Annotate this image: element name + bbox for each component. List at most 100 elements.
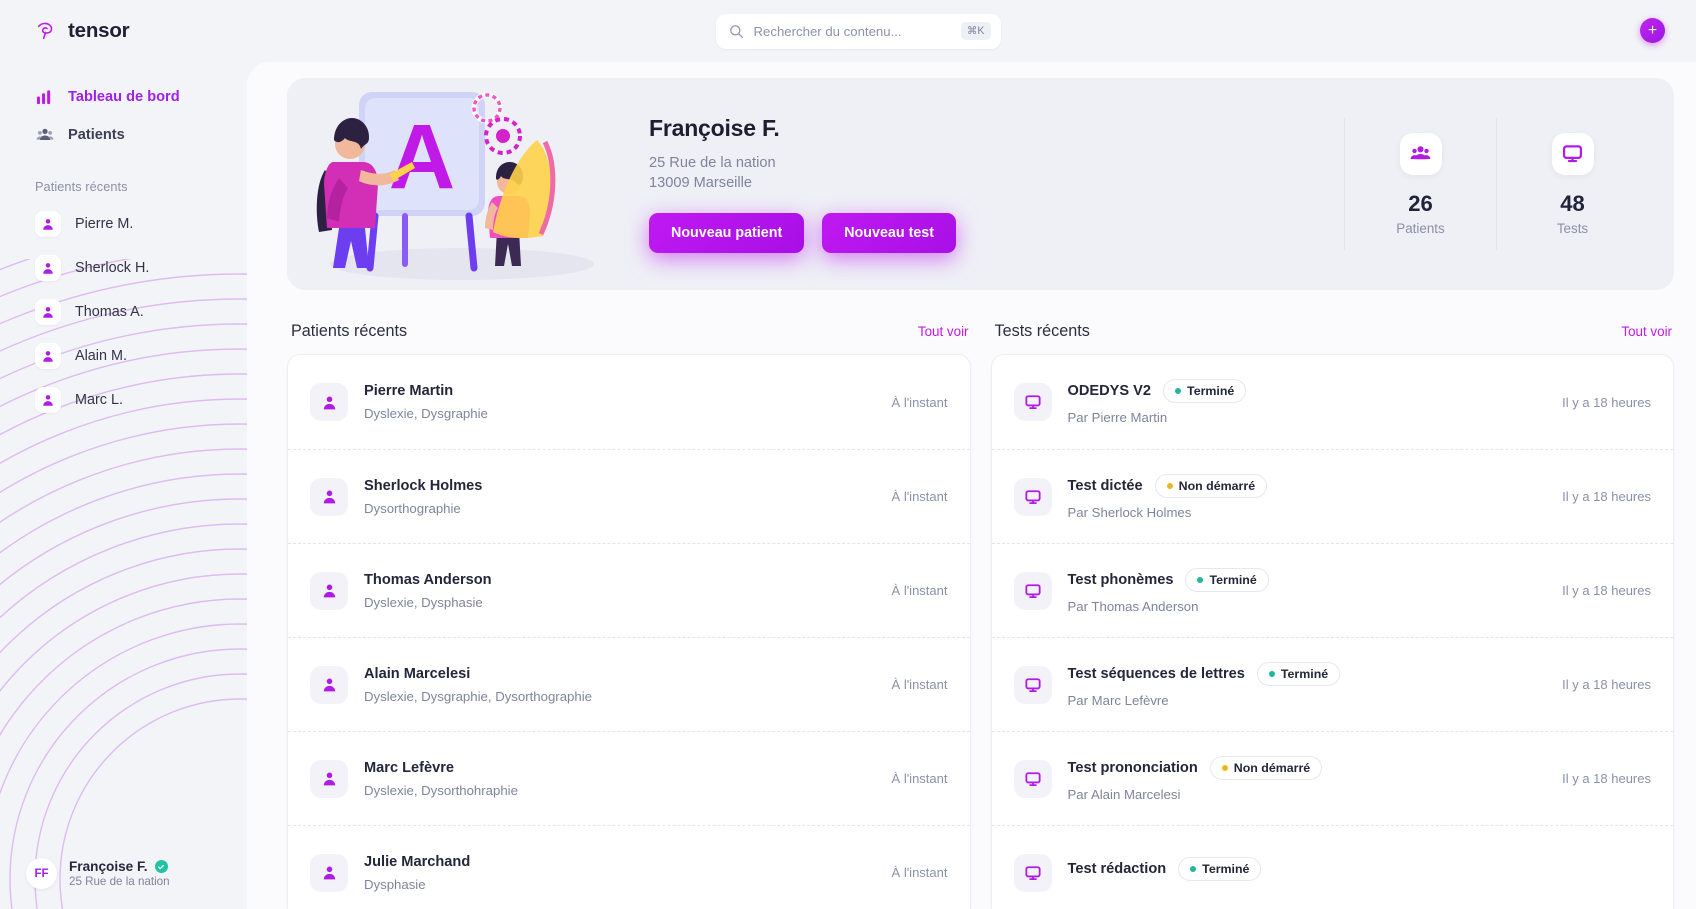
hero-actions: Nouveau patient Nouveau test xyxy=(649,213,1344,254)
dashboard-columns: Patients récents Tout voir Pierre Martin… xyxy=(287,322,1674,909)
test-name: ODEDYS V2 xyxy=(1067,383,1152,399)
avatar: FF xyxy=(26,858,57,889)
test-author: Par Sherlock Holmes xyxy=(1067,504,1192,520)
test-name: Test séquences de lettres xyxy=(1067,665,1245,682)
row-body: Test phonèmes Terminé Par Thomas Anderso… xyxy=(1067,567,1547,614)
check-badge-icon xyxy=(154,860,168,873)
patient-time: À l'instant xyxy=(891,677,948,692)
person-icon xyxy=(35,211,61,237)
status-label: Non démarré xyxy=(1178,478,1256,493)
stat-label: Tests xyxy=(1556,220,1589,236)
monitor-icon xyxy=(1551,132,1594,175)
recent-tests-section: Tests récents Tout voir ODEDYS V2 Termin… xyxy=(990,322,1675,909)
table-row[interactable]: Pierre Martin Dyslexie, Dysgraphie À l'i… xyxy=(288,355,970,449)
bar-chart-icon xyxy=(35,88,54,107)
row-body: Pierre Martin Dyslexie, Dysgraphie xyxy=(364,383,876,421)
recent-patient-item[interactable]: Thomas A. xyxy=(18,290,247,334)
main-area: Rechercher du contenu... ⌘K + A François… xyxy=(247,0,1696,909)
table-row[interactable]: Test prononciation Non démarré Par Alain… xyxy=(991,731,1673,825)
recent-patient-item[interactable]: Alain M. xyxy=(18,334,247,378)
patient-conditions: Dyslexie, Dysphasie xyxy=(364,594,483,610)
recent-patients-label: Patients récents xyxy=(35,180,128,194)
monitor-icon xyxy=(1013,571,1052,610)
recent-patient-item[interactable]: Pierre M. xyxy=(18,202,247,246)
recent-patient-label: Pierre M. xyxy=(75,216,134,232)
person-icon xyxy=(310,383,348,421)
hero-illustration: A xyxy=(287,78,627,290)
brand[interactable]: tensor xyxy=(18,0,247,62)
see-all-tests-link[interactable]: Tout voir xyxy=(1621,324,1672,339)
person-icon xyxy=(35,387,61,413)
person-icon xyxy=(35,255,61,281)
person-icon xyxy=(310,477,348,516)
patient-conditions: Dyslexie, Dysorthohraphie xyxy=(364,782,518,798)
recent-patient-label: Marc L. xyxy=(75,392,123,408)
sidebar-item-patients[interactable]: Patients xyxy=(18,116,247,154)
stat-patients: 26 Patients xyxy=(1344,118,1496,250)
table-row[interactable]: ODEDYS V2 Terminé Par Pierre Martin Il y… xyxy=(992,355,1674,449)
status-label: Terminé xyxy=(1209,572,1257,587)
status-badge: Terminé xyxy=(1163,379,1247,403)
test-author: Par Thomas Anderson xyxy=(1067,598,1199,614)
table-row[interactable]: Test dictée Non démarré Par Sherlock Hol… xyxy=(991,449,1673,543)
recent-patients-list: Pierre M. Sherlock H. Thomas A. Alain M.… xyxy=(18,202,247,422)
table-row[interactable]: Test rédaction Terminé xyxy=(991,825,1673,909)
users-icon xyxy=(35,126,54,145)
user-profile-card[interactable]: FF Françoise F. 25 Rue de la nation xyxy=(18,852,247,895)
table-row[interactable]: Sherlock Holmes Dysorthographie À l'inst… xyxy=(288,449,970,543)
monitor-icon xyxy=(1013,383,1052,421)
patients-card: Pierre Martin Dyslexie, Dysgraphie À l'i… xyxy=(287,354,971,909)
row-body: Sherlock Holmes Dysorthographie xyxy=(364,478,876,516)
new-patient-button[interactable]: Nouveau patient xyxy=(649,213,805,254)
patient-name: Pierre Martin xyxy=(364,383,454,399)
test-author: Par Marc Lefèvre xyxy=(1067,692,1169,708)
new-test-button[interactable]: Nouveau test xyxy=(822,213,956,254)
table-row[interactable]: Alain Marcelesi Dyslexie, Dysgraphie, Dy… xyxy=(288,637,970,731)
patient-time: À l'instant xyxy=(891,583,948,598)
user-profile-name: Françoise F. xyxy=(69,859,148,874)
patient-name: Alain Marcelesi xyxy=(364,665,471,682)
content-canvas: A Françoise F. 25 Rue de la nation 13009… xyxy=(247,62,1696,909)
search-input[interactable]: Rechercher du contenu... ⌘K xyxy=(715,13,1001,49)
test-author: Par Pierre Martin xyxy=(1067,410,1168,425)
test-name: Test prononciation xyxy=(1067,759,1198,776)
row-body: Test séquences de lettres Terminé Par Ma… xyxy=(1067,661,1547,708)
person-icon xyxy=(310,853,348,892)
recent-patient-item[interactable]: Marc L. xyxy=(18,378,247,422)
person-icon xyxy=(35,299,61,325)
stat-value: 48 xyxy=(1560,190,1585,216)
status-label: Terminé xyxy=(1202,862,1250,876)
recent-patients-section: Patients récents Tout voir Pierre Martin… xyxy=(287,322,971,909)
test-time: Il y a 18 heures xyxy=(1562,771,1651,786)
user-profile-text: Françoise F. 25 Rue de la nation xyxy=(69,859,170,888)
status-badge: Terminé xyxy=(1256,661,1341,686)
status-label: Non démarré xyxy=(1233,760,1311,775)
patient-name: Julie Marchand xyxy=(364,853,471,870)
recent-patient-label: Thomas A. xyxy=(75,304,144,320)
hero-banner: A Françoise F. 25 Rue de la nation 13009… xyxy=(287,78,1674,290)
recent-patient-label: Alain M. xyxy=(75,348,127,364)
table-row[interactable]: Marc Lefèvre Dyslexie, Dysorthohraphie À… xyxy=(288,731,970,825)
row-body: Alain Marcelesi Dyslexie, Dysgraphie, Dy… xyxy=(364,666,876,704)
section-title: Patients récents xyxy=(291,322,408,340)
see-all-patients-link[interactable]: Tout voir xyxy=(918,324,969,339)
monitor-icon xyxy=(1013,477,1052,516)
hero-address: 25 Rue de la nation 13009 Marseille xyxy=(649,153,1344,193)
status-badge: Terminé xyxy=(1185,567,1269,592)
recent-patient-item[interactable]: Sherlock H. xyxy=(18,246,247,290)
page-title: Françoise F. xyxy=(649,114,780,141)
row-body: Thomas Anderson Dyslexie, Dysphasie xyxy=(364,572,876,610)
row-body: Julie Marchand Dysphasie xyxy=(364,854,876,892)
patient-time: À l'instant xyxy=(891,771,948,786)
table-row[interactable]: Julie Marchand Dysphasie À l'instant xyxy=(288,825,970,909)
add-button[interactable]: + xyxy=(1640,18,1665,43)
patient-conditions: Dysphasie xyxy=(364,876,426,892)
table-row[interactable]: Thomas Anderson Dyslexie, Dysphasie À l'… xyxy=(288,543,970,637)
section-title: Tests récents xyxy=(994,322,1090,340)
test-time: Il y a 18 heures xyxy=(1562,394,1651,410)
table-row[interactable]: Test séquences de lettres Terminé Par Ma… xyxy=(991,637,1673,731)
section-header: Tests récents Tout voir xyxy=(991,322,1675,341)
app-root: tensor Tableau de bord Patients Patients… xyxy=(0,0,1696,909)
sidebar-item-tableau-de-bord[interactable]: Tableau de bord xyxy=(18,78,247,116)
table-row[interactable]: Test phonèmes Terminé Par Thomas Anderso… xyxy=(991,543,1673,637)
